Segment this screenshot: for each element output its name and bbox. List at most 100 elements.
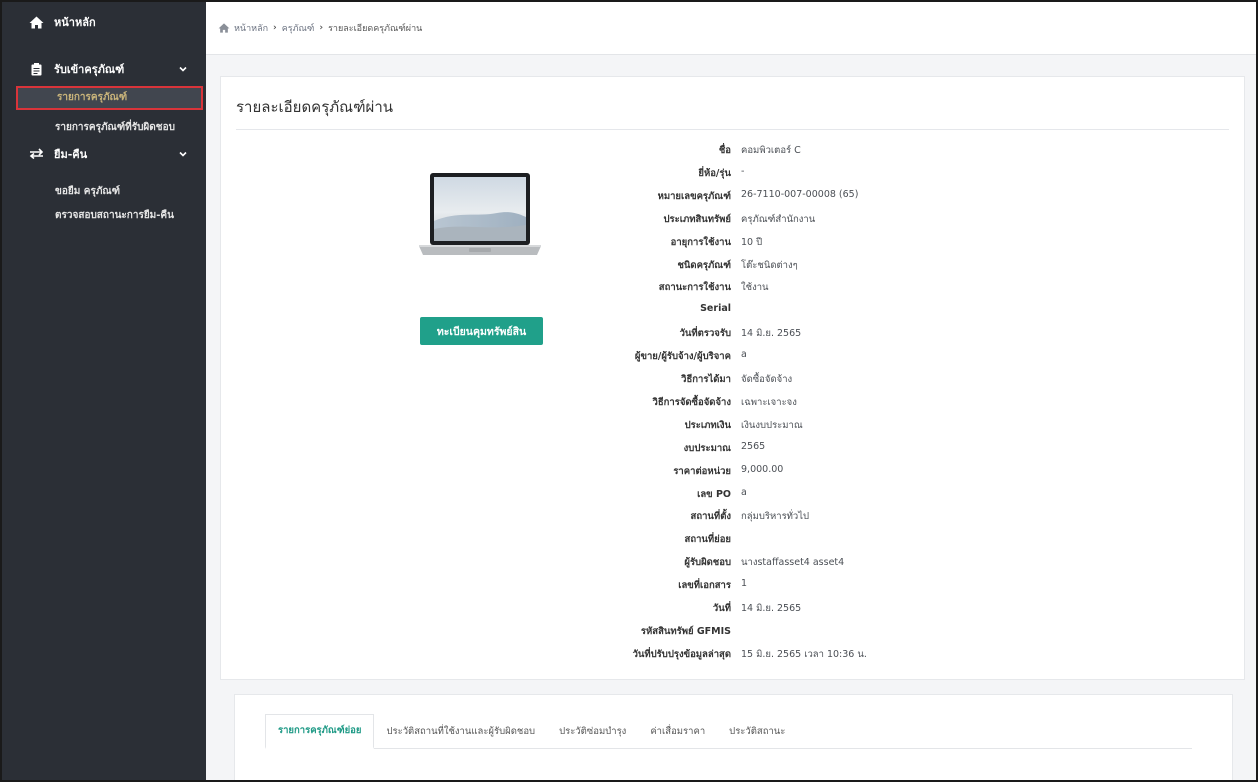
detail-row: สถานะการใช้งาน ใช้งาน [221,280,1244,294]
tab-4[interactable]: ประวัติสถานะ [717,724,797,748]
detail-row: ผู้ขาย/ผู้รับจ้าง/ผู้บริจาค a [221,349,1244,363]
detail-label: วันที่ [712,603,731,614]
detail-label: ราคาต่อหน่วย [673,465,731,477]
breadcrumb: หน้าหลัก › ครุภัณฑ์ › รายละเอียดครุภัณฑ์… [206,2,1256,55]
detail-label: ประเภทเงิน [684,419,731,431]
tab-bar: รายการครุภัณฑ์ย่อย ประวัติสถานที่ใช้งานแล… [265,714,1192,749]
breadcrumb-separator: › [273,23,277,33]
tab-0[interactable]: รายการครุภัณฑ์ย่อย [265,714,375,749]
detail-label: สถานะการใช้งาน [658,282,731,294]
detail-row: ผู้รับผิดชอบ นางstaffasset4 asset4 [221,555,1244,569]
detail-label: ผู้รับผิดชอบ [684,557,731,569]
app-window: หน้าหลัก รับเข้าครุภัณฑ์ รายการครุภัณฑ์ … [0,0,1258,782]
detail-value: โต๊ะชนิดต่างๆ [741,259,798,271]
asset-detail-card: รายละเอียดครุภัณฑ์ผ่าน ทะเบียนคุมทรัพย์ส… [220,76,1245,680]
detail-value: - [741,165,745,177]
detail-row: ยี่ห้อ/รุ่น - [221,166,1244,180]
detail-row: สถานที่ย่อย [221,532,1244,546]
detail-label: ผู้ขาย/ผู้รับจ้าง/ผู้บริจาค [634,351,731,363]
detail-label: วันที่ปรับปรุงข้อมูลล่าสุด [632,648,731,660]
tab-1[interactable]: ประวัติสถานที่ใช้งานและผู้รับผิดชอบ [374,724,547,748]
detail-row: สถานที่ตั้ง กลุ่มบริหารทั่วไป [221,509,1244,523]
detail-label: ชื่อ [718,145,731,156]
detail-label: รหัสสินทรัพย์ GFMIS [640,625,731,637]
sidebar-subitem-my-assets[interactable]: รายการครุภัณฑ์ที่รับผิดชอบ [2,120,206,135]
detail-row: เลข PO a [221,487,1244,501]
detail-label: สถานที่ย่อย [684,534,731,546]
exchange-icon [28,147,44,161]
sidebar-item-home[interactable]: หน้าหลัก [2,12,206,32]
sidebar-subitem-borrow-status[interactable]: ตรวจสอบสถานะการยืม-คืน [2,208,206,223]
tab-2[interactable]: ประวัติซ่อมบำรุง [547,724,638,748]
sidebar-item-label: รับเข้าครุภัณฑ์ [54,63,125,76]
detail-row: ประเภทเงิน เงินงบประมาณ [221,418,1244,432]
detail-value: ครุภัณฑ์สำนักงาน [741,213,816,225]
breadcrumb-assets[interactable]: ครุภัณฑ์ [282,21,315,35]
detail-value: 1 [741,578,748,590]
detail-label: วิธีการได้มา [681,374,731,385]
detail-row: เลขที่เอกสาร 1 [221,578,1244,592]
divider [236,129,1229,130]
detail-value: คอมพิวเตอร์ C [741,145,801,156]
detail-value: เงินงบประมาณ [741,419,803,431]
detail-value: 15 มิ.ย. 2565 เวลา 10:36 น. [741,648,867,660]
detail-label: สถานที่ตั้ง [690,511,731,523]
detail-label: วิธีการจัดซื้อจัดจ้าง [652,396,732,408]
detail-row: ราคาต่อหน่วย 9,000.00 [221,464,1244,478]
detail-label: งบประมาณ [683,442,731,454]
detail-row: วิธีการได้มา จัดซื้อจัดจ้าง [221,372,1244,386]
detail-value: 14 มิ.ย. 2565 [741,328,802,340]
detail-value: 26-7110-007-00008 (65) [741,188,859,200]
detail-value: a [741,349,747,361]
detail-value: 2565 [741,440,766,452]
detail-label: อายุการใช้งาน [670,236,731,248]
chevron-down-icon [178,64,188,74]
detail-label: หมายเลขครุภัณฑ์ [657,190,731,202]
breadcrumb-home[interactable]: หน้าหลัก [234,21,268,35]
home-icon[interactable] [218,23,230,33]
detail-value: a [741,486,747,498]
detail-row: วันที่ 14 มิ.ย. 2565 [221,601,1244,615]
detail-value: 14 มิ.ย. 2565 [741,603,802,614]
detail-row: ชื่อ คอมพิวเตอร์ C [221,143,1244,157]
page-title: รายละเอียดครุภัณฑ์ผ่าน [236,98,393,116]
detail-label: ยี่ห้อ/รุ่น [698,167,731,179]
detail-row: งบประมาณ 2565 [221,441,1244,455]
detail-value: 9,000.00 [741,463,784,475]
sidebar-item-receive[interactable]: รับเข้าครุภัณฑ์ [2,59,206,79]
detail-row: Serial [221,303,1244,317]
clipboard-icon [28,62,44,76]
sidebar-item-label: ยืม-คืน [54,148,88,161]
detail-row: ชนิดครุภัณฑ์ โต๊ะชนิดต่างๆ [221,258,1244,272]
detail-row: ประเภทสินทรัพย์ ครุภัณฑ์สำนักงาน [221,212,1244,226]
detail-value: ใช้งาน [741,282,769,294]
history-card: รายการครุภัณฑ์ย่อย ประวัติสถานที่ใช้งานแล… [234,694,1233,780]
sidebar-item-borrow[interactable]: ยืม-คืน [2,144,206,164]
sidebar: หน้าหลัก รับเข้าครุภัณฑ์ รายการครุภัณฑ์ … [2,2,206,780]
sidebar-subitem-borrow-request[interactable]: ขอยืม ครุภัณฑ์ [2,184,206,199]
detail-row: วันที่ปรับปรุงข้อมูลล่าสุด 15 มิ.ย. 2565 … [221,647,1244,661]
detail-row: วันที่ตรวจรับ 14 มิ.ย. 2565 [221,326,1244,340]
detail-row: หมายเลขครุภัณฑ์ 26-7110-007-00008 (65) [221,189,1244,203]
detail-value: จัดซื้อจัดจ้าง [741,374,793,385]
breadcrumb-current: รายละเอียดครุภัณฑ์ผ่าน [328,24,423,34]
sidebar-subitem-asset-list[interactable]: รายการครุภัณฑ์ [16,86,203,110]
detail-label: เลขที่เอกสาร [678,580,731,592]
detail-label: เลข PO [697,488,731,500]
detail-value: นางstaffasset4 asset4 [741,557,845,569]
chevron-down-icon [178,149,188,159]
detail-row: รหัสสินทรัพย์ GFMIS [221,624,1244,638]
detail-value: 10 ปี [741,236,763,248]
detail-label: Serial [700,303,731,315]
tab-3[interactable]: ค่าเสื่อมราคา [638,724,717,748]
sidebar-item-label: หน้าหลัก [54,16,96,29]
breadcrumb-separator: › [319,23,324,33]
detail-value: กลุ่มบริหารทั่วไป [741,511,810,523]
detail-label: วันที่ตรวจรับ [679,328,731,340]
detail-label: ชนิดครุภัณฑ์ [677,259,731,271]
home-icon [28,15,44,29]
detail-row: วิธีการจัดซื้อจัดจ้าง เฉพาะเจาะจง [221,395,1244,409]
detail-value: เฉพาะเจาะจง [741,396,797,408]
detail-row: อายุการใช้งาน 10 ปี [221,235,1244,249]
detail-label: ประเภทสินทรัพย์ [663,213,732,225]
